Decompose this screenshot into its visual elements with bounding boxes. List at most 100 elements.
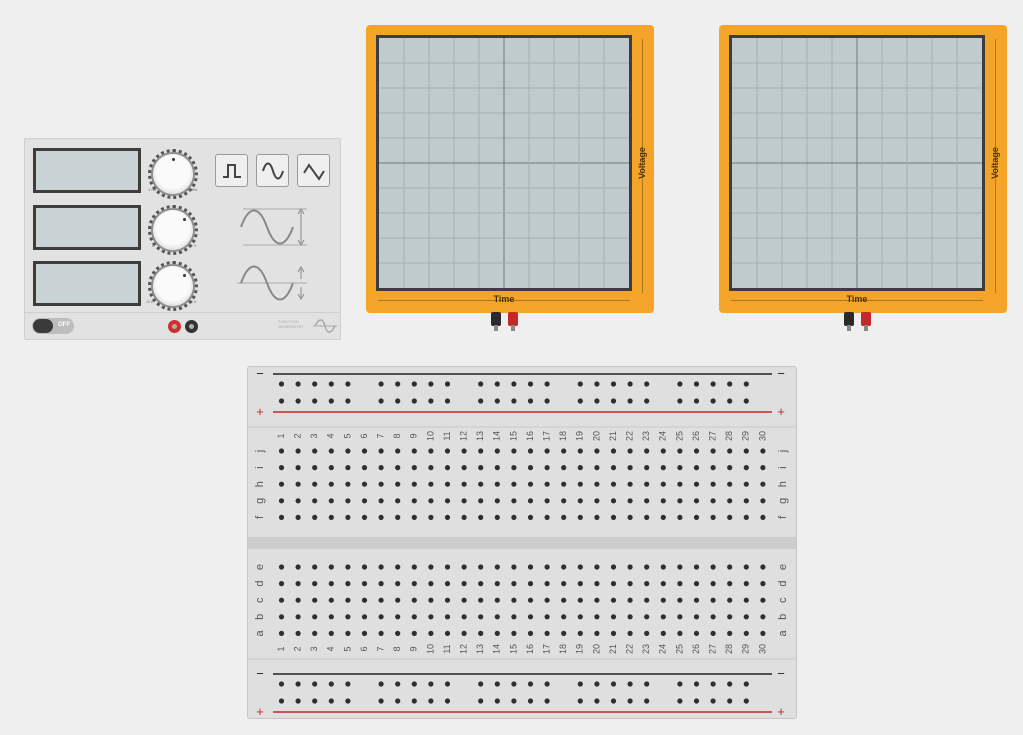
- rail-hole[interactable]: [428, 681, 434, 687]
- terminal-hole[interactable]: [527, 597, 534, 603]
- oscilloscope-1-negative-probe[interactable]: [491, 312, 501, 331]
- rail-hole[interactable]: [395, 698, 401, 704]
- rail-hole[interactable]: [428, 381, 434, 387]
- rail-hole[interactable]: [544, 698, 550, 704]
- terminal-hole[interactable]: [727, 597, 733, 603]
- rail-hole[interactable]: [494, 398, 500, 404]
- terminal-hole[interactable]: [361, 465, 368, 471]
- terminal-hole[interactable]: [544, 448, 550, 454]
- terminal-hole[interactable]: [278, 614, 285, 620]
- rail-hole[interactable]: [345, 398, 351, 404]
- rail-hole[interactable]: [527, 381, 534, 387]
- terminal-hole[interactable]: [610, 630, 617, 636]
- terminal-hole[interactable]: [378, 597, 384, 603]
- terminal-hole[interactable]: [693, 564, 700, 570]
- rail-hole[interactable]: [494, 381, 500, 387]
- rail-hole[interactable]: [677, 681, 683, 687]
- oscilloscope-1-positive-probe[interactable]: [508, 312, 518, 331]
- terminal-hole[interactable]: [478, 630, 484, 636]
- terminal-hole[interactable]: [594, 514, 600, 520]
- terminal-hole[interactable]: [710, 597, 716, 603]
- terminal-hole[interactable]: [577, 581, 583, 587]
- terminal-hole[interactable]: [494, 614, 500, 620]
- terminal-hole[interactable]: [345, 481, 351, 487]
- rail-hole[interactable]: [727, 681, 733, 687]
- terminal-hole[interactable]: [693, 597, 700, 603]
- rail-hole[interactable]: [428, 698, 434, 704]
- terminal-hole[interactable]: [295, 564, 301, 570]
- square-wave-button[interactable]: [215, 154, 248, 187]
- terminal-hole[interactable]: [710, 581, 716, 587]
- terminal-hole[interactable]: [345, 564, 351, 570]
- terminal-hole[interactable]: [561, 564, 567, 570]
- rail-hole[interactable]: [378, 698, 384, 704]
- rail-hole[interactable]: [511, 381, 517, 387]
- terminal-hole[interactable]: [511, 630, 517, 636]
- terminal-hole[interactable]: [760, 448, 766, 454]
- terminal-hole[interactable]: [378, 614, 384, 620]
- terminal-hole[interactable]: [727, 514, 733, 520]
- terminal-hole[interactable]: [461, 564, 467, 570]
- terminal-hole[interactable]: [361, 597, 368, 603]
- terminal-hole[interactable]: [610, 564, 617, 570]
- rail-hole[interactable]: [727, 398, 733, 404]
- rail-hole[interactable]: [594, 381, 600, 387]
- terminal-hole[interactable]: [610, 597, 617, 603]
- terminal-hole[interactable]: [527, 564, 534, 570]
- terminal-hole[interactable]: [627, 564, 633, 570]
- oscilloscope-2-positive-probe[interactable]: [861, 312, 871, 331]
- rail-hole[interactable]: [644, 698, 650, 704]
- terminal-hole[interactable]: [594, 630, 600, 636]
- sine-wave-button[interactable]: [256, 154, 289, 187]
- terminal-hole[interactable]: [478, 581, 484, 587]
- rail-hole[interactable]: [710, 681, 716, 687]
- terminal-hole[interactable]: [610, 465, 617, 471]
- terminal-hole[interactable]: [295, 597, 301, 603]
- terminal-hole[interactable]: [710, 564, 716, 570]
- rail-hole[interactable]: [577, 698, 583, 704]
- terminal-hole[interactable]: [295, 465, 301, 471]
- terminal-hole[interactable]: [461, 498, 467, 504]
- terminal-hole[interactable]: [312, 597, 318, 603]
- rail-hole[interactable]: [494, 681, 500, 687]
- rail-hole[interactable]: [411, 681, 417, 687]
- terminal-hole[interactable]: [577, 448, 583, 454]
- terminal-hole[interactable]: [627, 448, 633, 454]
- terminal-hole[interactable]: [461, 581, 467, 587]
- terminal-hole[interactable]: [594, 564, 600, 570]
- terminal-hole[interactable]: [444, 564, 451, 570]
- terminal-hole[interactable]: [743, 448, 749, 454]
- terminal-hole[interactable]: [428, 564, 434, 570]
- terminal-hole[interactable]: [727, 448, 733, 454]
- terminal-hole[interactable]: [594, 481, 600, 487]
- rail-hole[interactable]: [511, 681, 517, 687]
- terminal-hole[interactable]: [478, 481, 484, 487]
- terminal-hole[interactable]: [561, 614, 567, 620]
- rail-hole[interactable]: [444, 398, 451, 404]
- rail-hole[interactable]: [577, 681, 583, 687]
- terminal-hole[interactable]: [328, 481, 334, 487]
- rail-hole[interactable]: [328, 398, 334, 404]
- rail-hole[interactable]: [312, 381, 318, 387]
- terminal-hole[interactable]: [328, 630, 334, 636]
- rail-hole[interactable]: [444, 698, 451, 704]
- rail-hole[interactable]: [411, 398, 417, 404]
- terminal-hole[interactable]: [660, 614, 666, 620]
- terminal-hole[interactable]: [328, 498, 334, 504]
- terminal-hole[interactable]: [644, 564, 650, 570]
- rail-hole[interactable]: [444, 681, 451, 687]
- terminal-hole[interactable]: [444, 581, 451, 587]
- rail-hole[interactable]: [428, 398, 434, 404]
- terminal-hole[interactable]: [577, 564, 583, 570]
- rail-hole[interactable]: [710, 381, 716, 387]
- terminal-hole[interactable]: [544, 498, 550, 504]
- terminal-hole[interactable]: [760, 564, 766, 570]
- terminal-hole[interactable]: [660, 581, 666, 587]
- terminal-hole[interactable]: [328, 614, 334, 620]
- terminal-hole[interactable]: [727, 564, 733, 570]
- terminal-hole[interactable]: [345, 465, 351, 471]
- triangle-wave-button[interactable]: [297, 154, 330, 187]
- terminal-hole[interactable]: [644, 597, 650, 603]
- terminal-hole[interactable]: [395, 630, 401, 636]
- terminal-hole[interactable]: [444, 465, 451, 471]
